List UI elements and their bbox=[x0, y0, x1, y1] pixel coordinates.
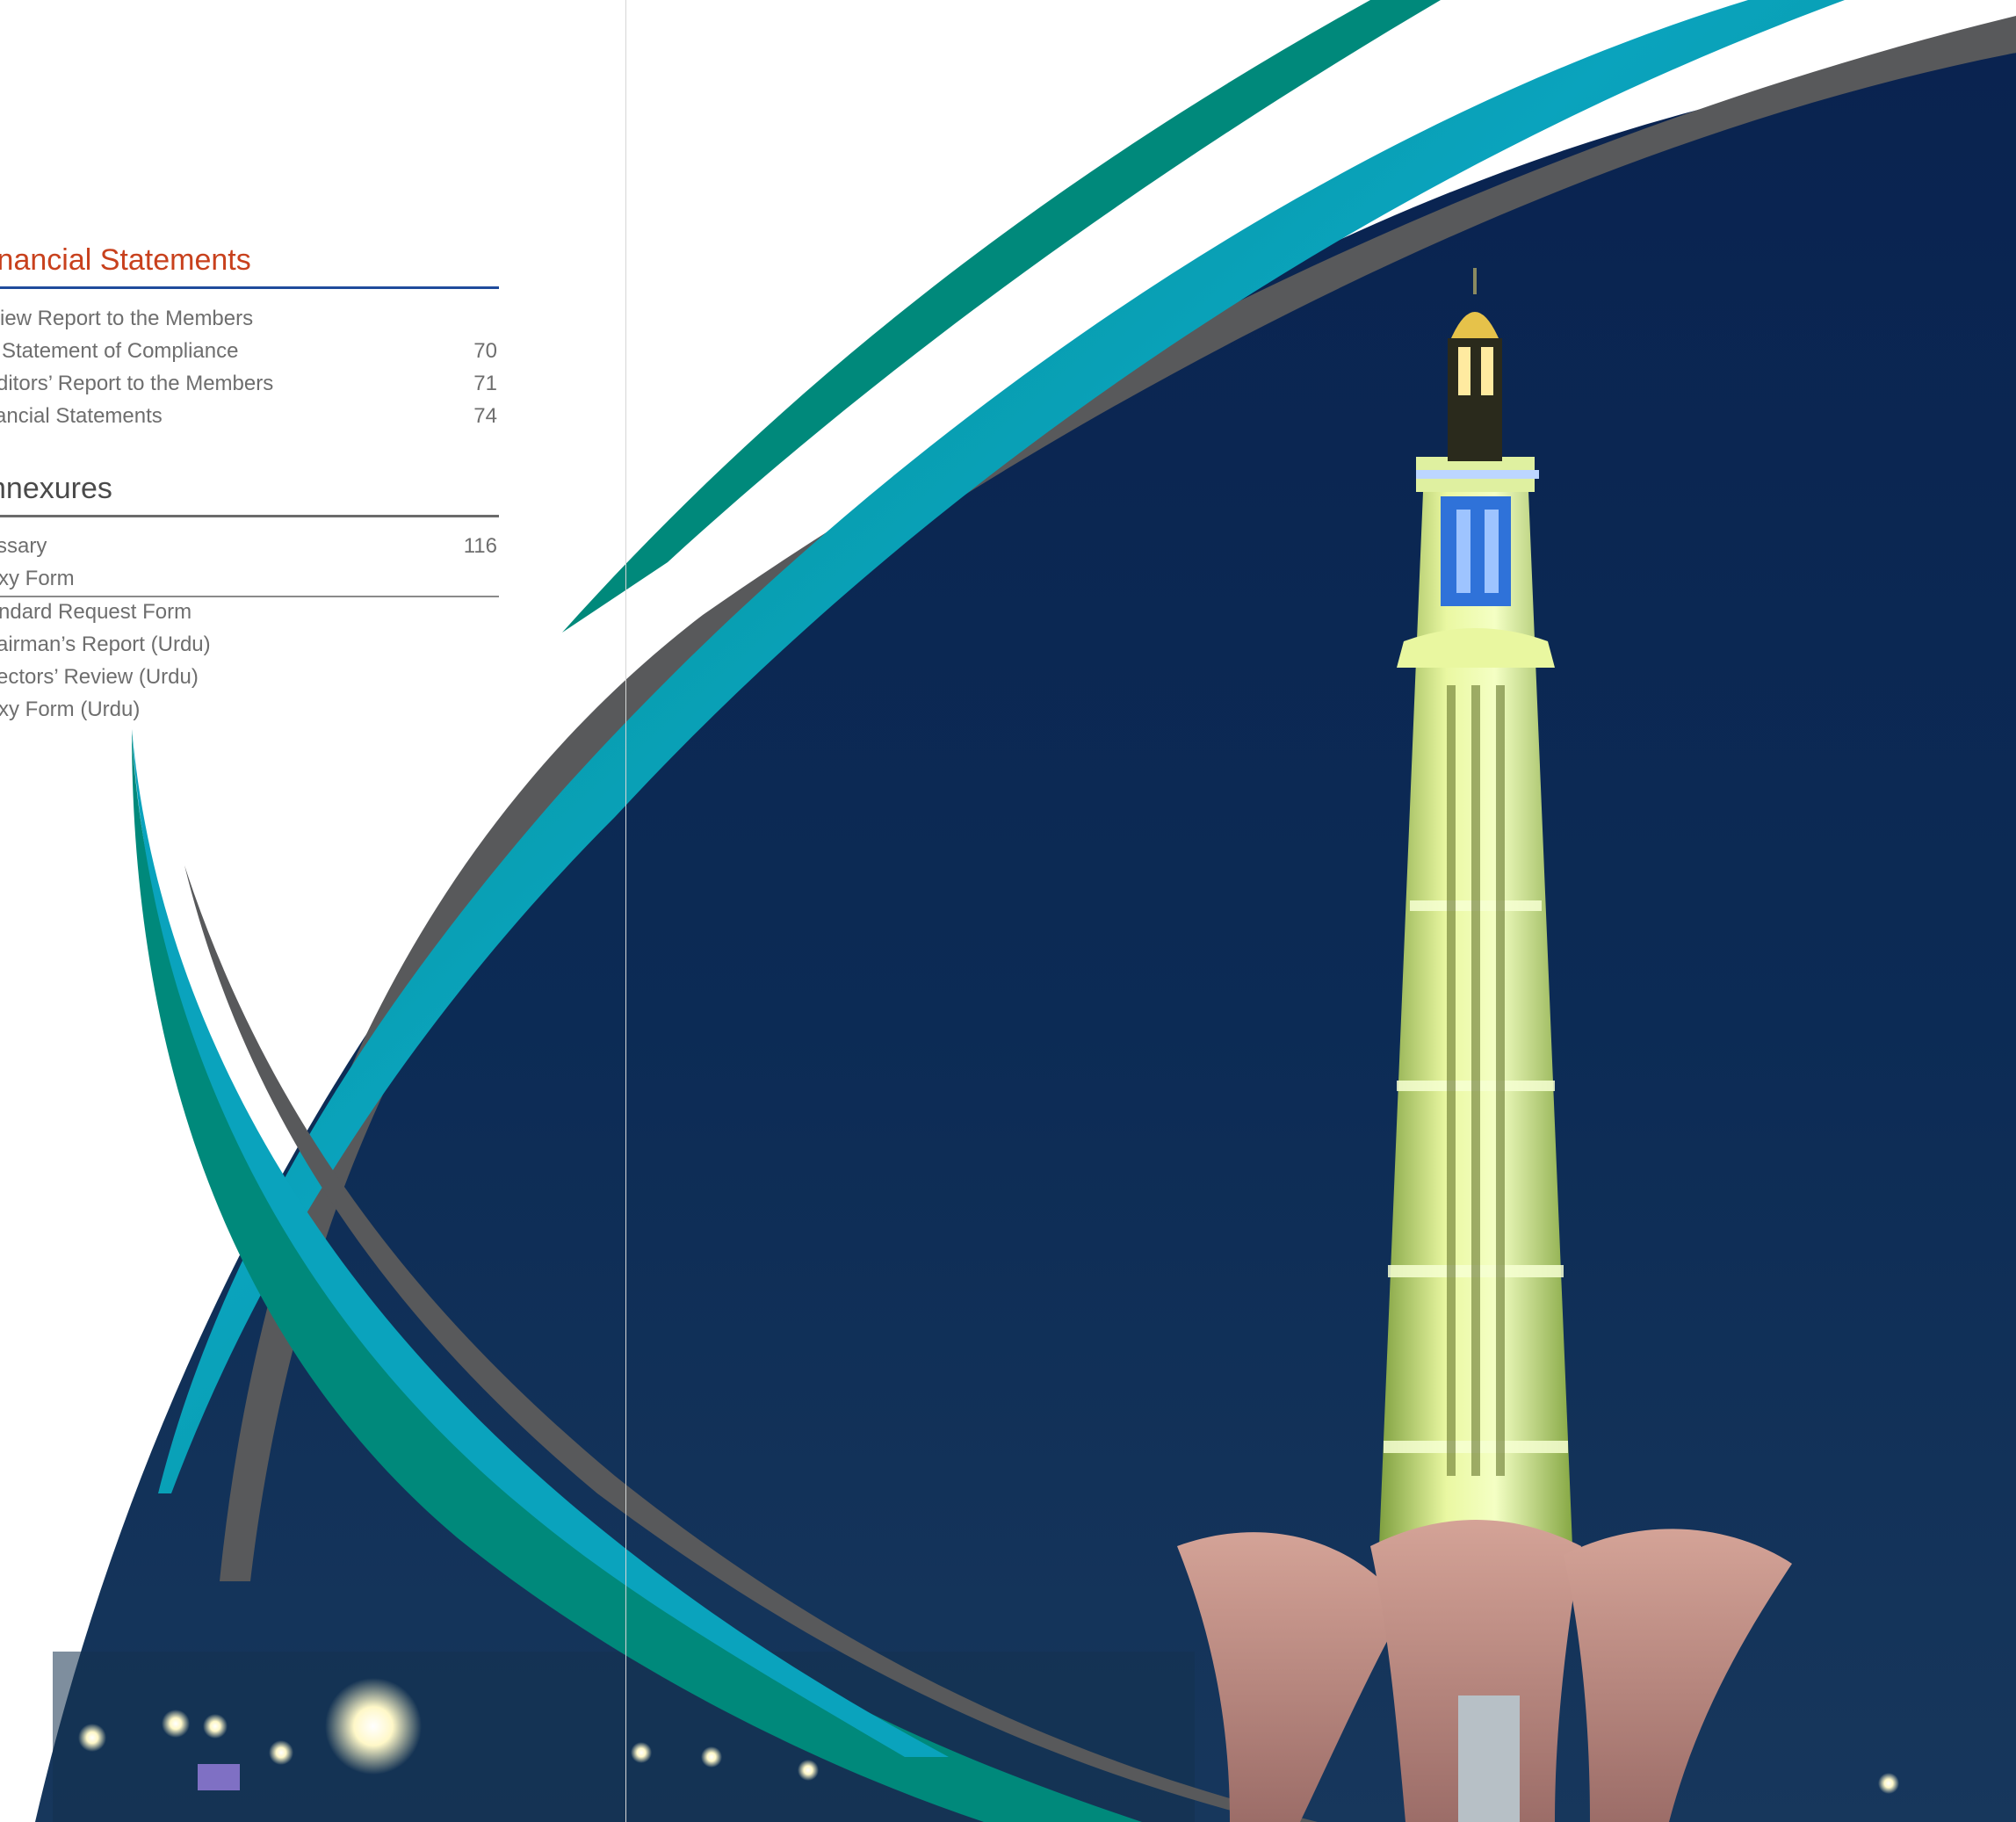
toc-entry[interactable]: ectors’ Review (Urdu) bbox=[0, 662, 497, 693]
toc-entry-label: view Report to the Members bbox=[0, 307, 254, 330]
toc-entry-label: ancial Statements bbox=[0, 404, 163, 428]
section-divider bbox=[0, 515, 499, 517]
toc-entry[interactable]: ndard Request Form bbox=[0, 596, 497, 628]
toc-entry[interactable]: ssary 116 bbox=[0, 531, 497, 562]
toc-entry-page: 74 bbox=[473, 404, 497, 428]
toc-entry[interactable]: xy Form bbox=[0, 563, 497, 595]
toc-entry-label: ndard Request Form bbox=[0, 600, 192, 624]
toc-entry[interactable]: ancial Statements 74 bbox=[0, 401, 497, 432]
toc-entry-label: xy Form bbox=[0, 567, 75, 590]
toc-entry-label: ectors’ Review (Urdu) bbox=[0, 665, 199, 689]
page-gutter bbox=[625, 0, 626, 1822]
toc-entry-label: ssary bbox=[0, 534, 47, 558]
toc-entry[interactable]: airman’s Report (Urdu) bbox=[0, 629, 497, 661]
tower-windows bbox=[1447, 685, 1505, 1476]
toc-entry-label: Statement of Compliance bbox=[2, 339, 239, 363]
toc-entry-label: airman’s Report (Urdu) bbox=[0, 633, 211, 656]
toc-entry-page: 116 bbox=[463, 534, 497, 558]
toc-entry[interactable]: view Report to the Members bbox=[0, 303, 497, 335]
section-title-annexures: nnexures bbox=[0, 472, 112, 505]
toc-entry-page: 70 bbox=[473, 339, 497, 363]
toc-entry[interactable]: ditors’ Report to the Members 71 bbox=[0, 368, 497, 400]
section-divider bbox=[0, 286, 499, 289]
section-title-financial-statements: inancial Statements bbox=[0, 243, 251, 277]
toc-entry[interactable]: xy Form (Urdu) bbox=[0, 694, 497, 726]
toc-entry-label: ditors’ Report to the Members bbox=[0, 372, 274, 395]
toc-entry-page: 71 bbox=[473, 372, 497, 395]
table-of-contents: inancial Statements view Report to the M… bbox=[0, 0, 501, 791]
toc-entry-label: xy Form (Urdu) bbox=[0, 698, 141, 721]
toc-entry[interactable]: Statement of Compliance 70 bbox=[0, 336, 497, 367]
